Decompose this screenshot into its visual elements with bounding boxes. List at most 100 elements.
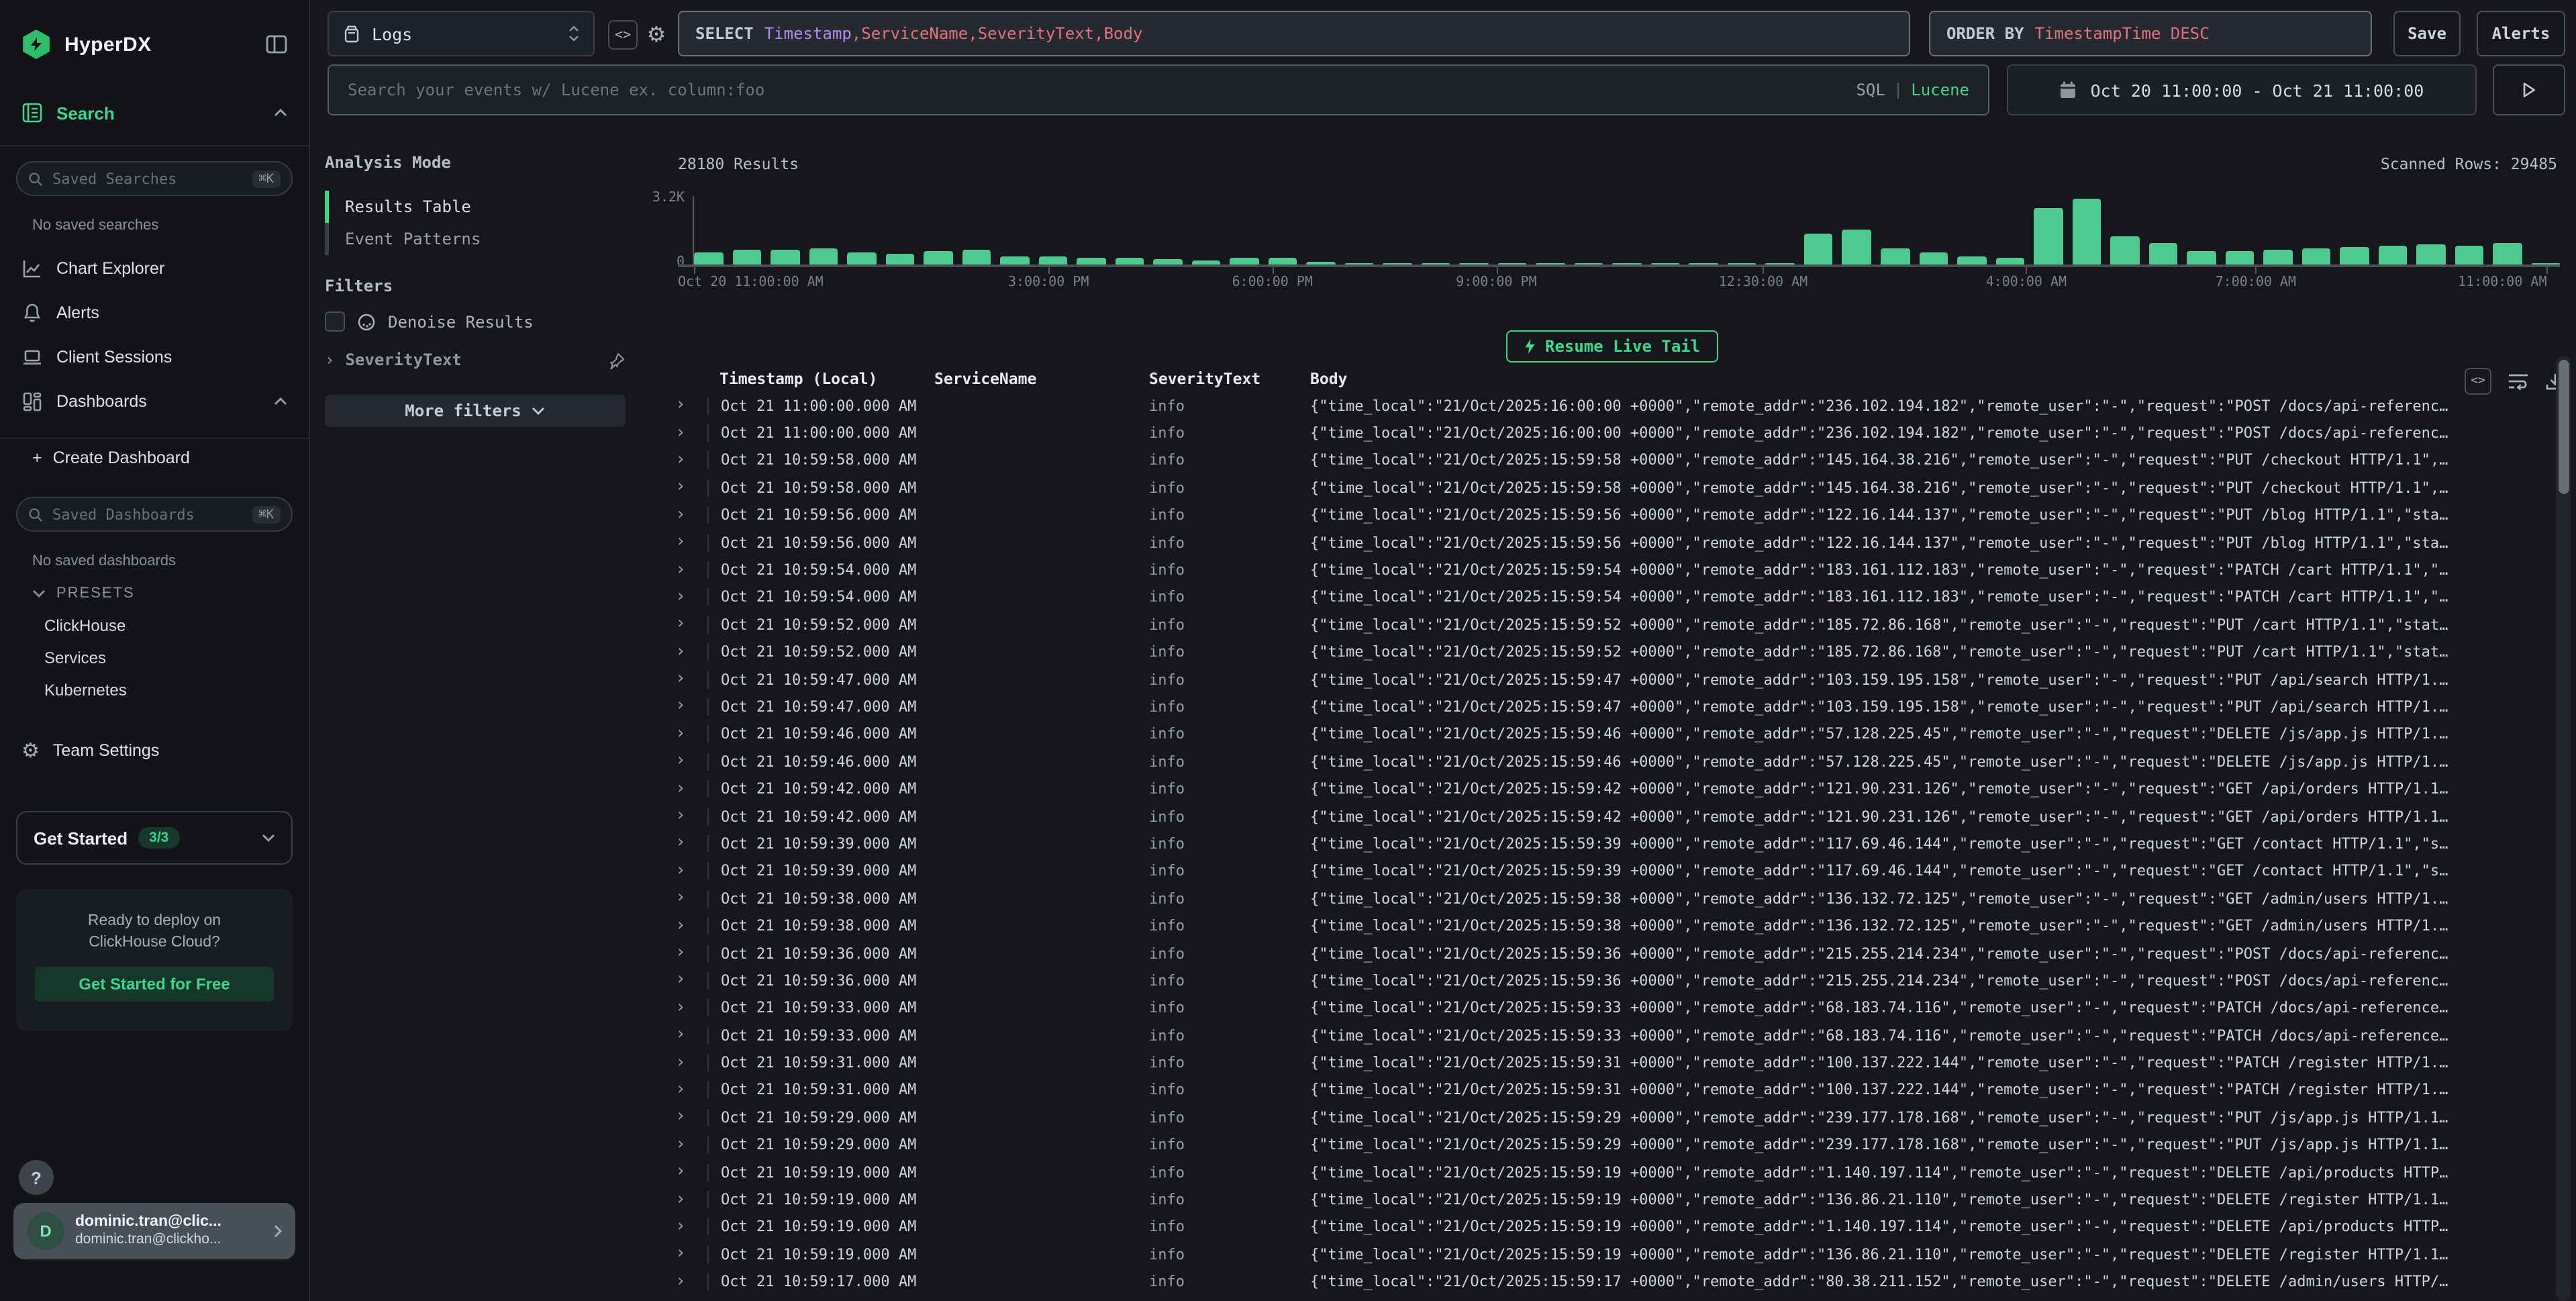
row-expand-chevron[interactable]: › [675,693,707,720]
row-expand-chevron[interactable]: › [675,584,707,611]
table-row[interactable]: › Oct 21 10:59:56.000 AM info {"time_loc… [638,529,2549,557]
row-expand-chevron[interactable]: › [675,1049,707,1076]
table-row[interactable]: › Oct 21 10:59:33.000 AM info {"time_loc… [638,1022,2549,1049]
table-row[interactable]: › Oct 21 10:59:29.000 AM info {"time_loc… [638,1131,2549,1159]
run-query-button[interactable] [2493,64,2565,115]
view-source-icon[interactable]: <> [2465,368,2491,395]
column-body[interactable]: Body [1298,369,2549,388]
table-row[interactable]: › Oct 21 10:59:52.000 AM info {"time_loc… [638,638,2549,666]
row-expand-chevron[interactable]: › [675,858,707,885]
get-started-free-button[interactable]: Get Started for Free [35,967,274,1002]
select-clause-input[interactable]: SELECT Timestamp,ServiceName,SeverityTex… [678,11,1910,56]
row-expand-chevron[interactable]: › [675,940,707,967]
table-row[interactable]: › Oct 21 10:59:31.000 AM info {"time_loc… [638,1049,2549,1077]
table-row[interactable]: › Oct 21 10:59:39.000 AM info {"time_loc… [638,830,2549,858]
sidebar-item-chart-explorer[interactable]: Chart Explorer [21,258,287,279]
table-row[interactable]: › Oct 21 10:59:17.000 AM info {"time_loc… [638,1296,2549,1301]
order-by-input[interactable]: ORDER BY TimestampTime DESC [1929,11,2372,56]
table-row[interactable]: › Oct 21 10:59:46.000 AM info {"time_loc… [638,720,2549,748]
table-row[interactable]: › Oct 21 10:59:58.000 AM info {"time_loc… [638,474,2549,501]
row-expand-chevron[interactable]: › [675,830,707,857]
row-expand-chevron[interactable]: › [675,638,707,665]
table-row[interactable]: › Oct 21 10:59:36.000 AM info {"time_loc… [638,940,2549,967]
saved-dashboards-input[interactable]: Saved Dashboards ⌘K [16,497,293,532]
row-expand-chevron[interactable]: › [675,529,707,556]
preset-clickhouse[interactable]: ClickHouse [44,616,126,635]
denoise-results-option[interactable]: Denoise Results [325,311,626,332]
denoise-checkbox[interactable] [325,311,345,332]
mode-results-table[interactable]: Results Table [325,191,620,223]
table-row[interactable]: › Oct 21 11:00:00.000 AM info {"time_loc… [638,392,2549,420]
row-expand-chevron[interactable]: › [675,1296,707,1301]
table-row[interactable]: › Oct 21 10:59:19.000 AM info {"time_loc… [638,1186,2549,1214]
row-expand-chevron[interactable]: › [675,967,707,994]
mode-event-patterns[interactable]: Event Patterns [325,223,620,255]
create-dashboard-button[interactable]: + Create Dashboard [32,448,287,467]
row-expand-chevron[interactable]: › [675,447,707,474]
more-filters-button[interactable]: More filters [325,395,626,427]
get-started-toggle[interactable]: Get Started 3/3 [16,811,293,865]
event-search-input[interactable]: Search your events w/ Lucene ex. column:… [328,64,1989,115]
pin-icon[interactable] [608,351,626,369]
table-row[interactable]: › Oct 21 10:59:19.000 AM info {"time_loc… [638,1213,2549,1241]
row-expand-chevron[interactable]: › [675,1022,707,1049]
table-row[interactable]: › Oct 21 10:59:46.000 AM info {"time_loc… [638,748,2549,775]
row-expand-chevron[interactable]: › [675,885,707,912]
sidebar-item-team-settings[interactable]: ⚙ Team Settings [21,740,287,761]
row-expand-chevron[interactable]: › [675,475,707,501]
row-expand-chevron[interactable]: › [675,749,707,775]
source-settings-gear-icon[interactable]: ⚙ [643,19,670,48]
row-expand-chevron[interactable]: › [675,803,707,830]
saved-searches-input[interactable]: Saved Searches ⌘K [16,161,293,196]
table-row[interactable]: › Oct 21 10:59:42.000 AM info {"time_loc… [638,775,2549,803]
row-expand-chevron[interactable]: › [675,775,707,802]
table-row[interactable]: › Oct 21 10:59:36.000 AM info {"time_loc… [638,967,2549,994]
row-expand-chevron[interactable]: › [675,912,707,939]
row-expand-chevron[interactable]: › [675,1104,707,1131]
row-expand-chevron[interactable]: › [675,1077,707,1104]
row-expand-chevron[interactable]: › [675,1186,707,1213]
sidebar-item-search[interactable]: Search [21,102,287,124]
column-severitytext[interactable]: SeverityText [1137,369,1298,388]
alerts-button[interactable]: Alerts [2477,11,2565,56]
save-button[interactable]: Save [2393,11,2461,56]
sidebar-item-client-sessions[interactable]: Client Sessions [21,346,287,368]
preset-kubernetes[interactable]: Kubernetes [44,681,127,700]
resume-live-tail-button[interactable]: Resume Live Tail [1506,330,1718,363]
row-expand-chevron[interactable]: › [675,1159,707,1186]
table-row[interactable]: › Oct 21 10:59:42.000 AM info {"time_loc… [638,803,2549,830]
row-expand-chevron[interactable]: › [675,995,707,1022]
table-row[interactable]: › Oct 21 10:59:47.000 AM info {"time_loc… [638,666,2549,693]
table-row[interactable]: › Oct 21 10:59:52.000 AM info {"time_loc… [638,611,2549,638]
row-expand-chevron[interactable]: › [675,392,707,419]
wrap-lines-icon[interactable] [2508,372,2529,391]
sidebar-collapse-icon[interactable] [266,35,287,54]
filter-group-severitytext[interactable]: › SeverityText [325,350,626,369]
row-expand-chevron[interactable]: › [675,557,707,583]
row-expand-chevron[interactable]: › [675,1214,707,1241]
language-toggle-sql[interactable]: SQL [1856,81,1885,99]
histogram-bars[interactable] [694,196,2560,264]
row-expand-chevron[interactable]: › [675,1131,707,1158]
row-expand-chevron[interactable]: › [675,612,707,638]
sidebar-item-dashboards[interactable]: Dashboards [21,391,287,412]
column-timestamp[interactable]: Timestamp (Local) [707,369,922,388]
row-expand-chevron[interactable]: › [675,1241,707,1268]
table-row[interactable]: › Oct 21 10:59:29.000 AM info {"time_loc… [638,1104,2549,1131]
code-editor-icon[interactable]: <> [608,20,638,50]
table-row[interactable]: › Oct 21 10:59:17.000 AM info {"time_loc… [638,1268,2549,1296]
table-row[interactable]: › Oct 21 10:59:47.000 AM info {"time_loc… [638,693,2549,721]
help-button[interactable]: ? [19,1160,54,1195]
presets-toggle[interactable]: PRESETS [32,585,135,601]
table-row[interactable]: › Oct 21 10:59:56.000 AM info {"time_loc… [638,501,2549,529]
time-range-picker[interactable]: Oct 20 11:00:00 - Oct 21 11:00:00 [2007,64,2477,115]
table-row[interactable]: › Oct 21 10:59:38.000 AM info {"time_loc… [638,885,2549,912]
table-row[interactable]: › Oct 21 11:00:00.000 AM info {"time_loc… [638,420,2549,447]
table-row[interactable]: › Oct 21 10:59:33.000 AM info {"time_loc… [638,994,2549,1022]
source-select[interactable]: Logs [328,11,595,56]
table-row[interactable]: › Oct 21 10:59:58.000 AM info {"time_loc… [638,447,2549,475]
preset-services[interactable]: Services [44,648,106,667]
table-scrollbar-thumb[interactable] [2559,360,2569,494]
user-menu[interactable]: D dominic.tran@clic... dominic.tran@clic… [13,1203,295,1259]
language-toggle-lucene[interactable]: Lucene [1911,81,1969,99]
